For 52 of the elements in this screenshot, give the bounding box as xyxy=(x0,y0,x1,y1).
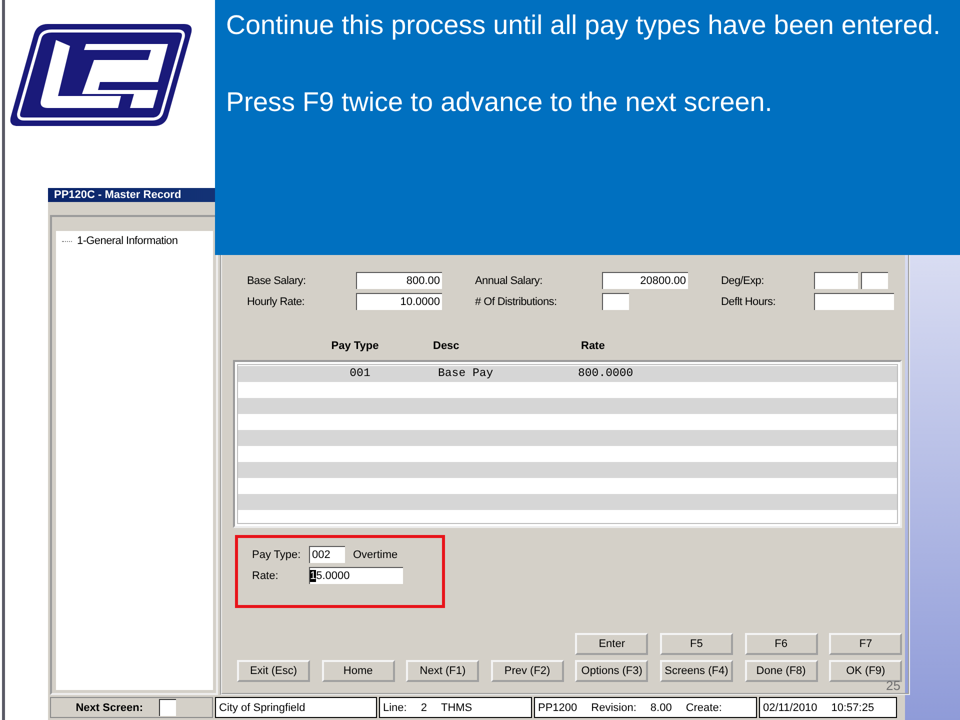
input-field[interactable]: 15.0000 xyxy=(309,567,403,584)
tree-item[interactable]: 1-General Information xyxy=(77,235,178,247)
input-field[interactable] xyxy=(814,293,894,310)
function-key-button[interactable]: Home xyxy=(322,660,395,682)
callout-text: Press F9 twice to advance to the next screen. xyxy=(226,86,774,119)
status-text: THMS xyxy=(440,702,472,714)
input-field[interactable]: 20800.00 xyxy=(602,272,688,289)
status-text: Revision: xyxy=(591,702,636,714)
field-label: Pay Type: xyxy=(252,548,302,560)
field-label: Deg/Exp: xyxy=(721,274,765,289)
table-cell-text: 800.0000 xyxy=(578,366,634,382)
function-key-button[interactable]: F5 xyxy=(660,633,733,655)
field-label: Annual Salary: xyxy=(475,274,544,289)
pay-type-description: Overtime xyxy=(353,548,398,560)
function-key-button[interactable]: F6 xyxy=(744,633,818,655)
status-text: 02/11/2010 xyxy=(763,702,818,714)
status-text: 8.00 xyxy=(650,702,672,714)
status-text: Create: xyxy=(686,702,722,714)
function-key-button[interactable]: Enter xyxy=(575,633,648,655)
input-field[interactable] xyxy=(814,272,858,289)
field-label: # Of Distributions: xyxy=(475,295,558,310)
tree-connector xyxy=(62,240,72,242)
function-key-button[interactable]: Screens (F4) xyxy=(660,660,733,682)
field-label: Deflt Hours: xyxy=(721,295,776,310)
table-cell-text: Base Pay xyxy=(438,366,494,382)
input-field[interactable] xyxy=(602,293,629,310)
function-key-button[interactable]: Done (F8) xyxy=(744,660,818,682)
field-label: Hourly Rate: xyxy=(247,295,306,310)
function-key-button[interactable]: F7 xyxy=(829,633,902,655)
status-text: PP1200 xyxy=(538,702,578,714)
table-cell-text: 001 xyxy=(348,366,372,382)
field-label: Rate: xyxy=(252,570,280,582)
status-text: 10:57:25 xyxy=(831,702,874,714)
status-text: Line: xyxy=(383,702,407,714)
function-key-button[interactable]: OK (F9) xyxy=(829,660,902,682)
column-header: Desc xyxy=(433,340,460,354)
input-field[interactable]: 002 xyxy=(309,546,345,563)
function-key-button[interactable]: Exit (Esc) xyxy=(237,660,310,682)
function-key-button[interactable]: Prev (F2) xyxy=(490,660,564,682)
function-key-button[interactable]: Next (F1) xyxy=(406,660,480,682)
input-field[interactable]: 800.00 xyxy=(356,272,442,289)
callout-text: Continue this process until all pay types have been entered. xyxy=(226,9,942,42)
input-field[interactable] xyxy=(159,699,176,716)
status-text: 2 xyxy=(420,702,427,714)
field-label: Base Salary: xyxy=(247,274,307,289)
input-field[interactable]: 10.0000 xyxy=(356,293,442,310)
status-text: City of Springfield xyxy=(219,702,306,714)
column-header: Pay Type xyxy=(330,340,380,354)
next-screen-label: Next Screen: xyxy=(76,702,143,714)
column-header: Rate xyxy=(580,340,606,354)
function-key-button[interactable]: Options (F3) xyxy=(575,660,648,682)
input-field[interactable] xyxy=(861,272,888,289)
